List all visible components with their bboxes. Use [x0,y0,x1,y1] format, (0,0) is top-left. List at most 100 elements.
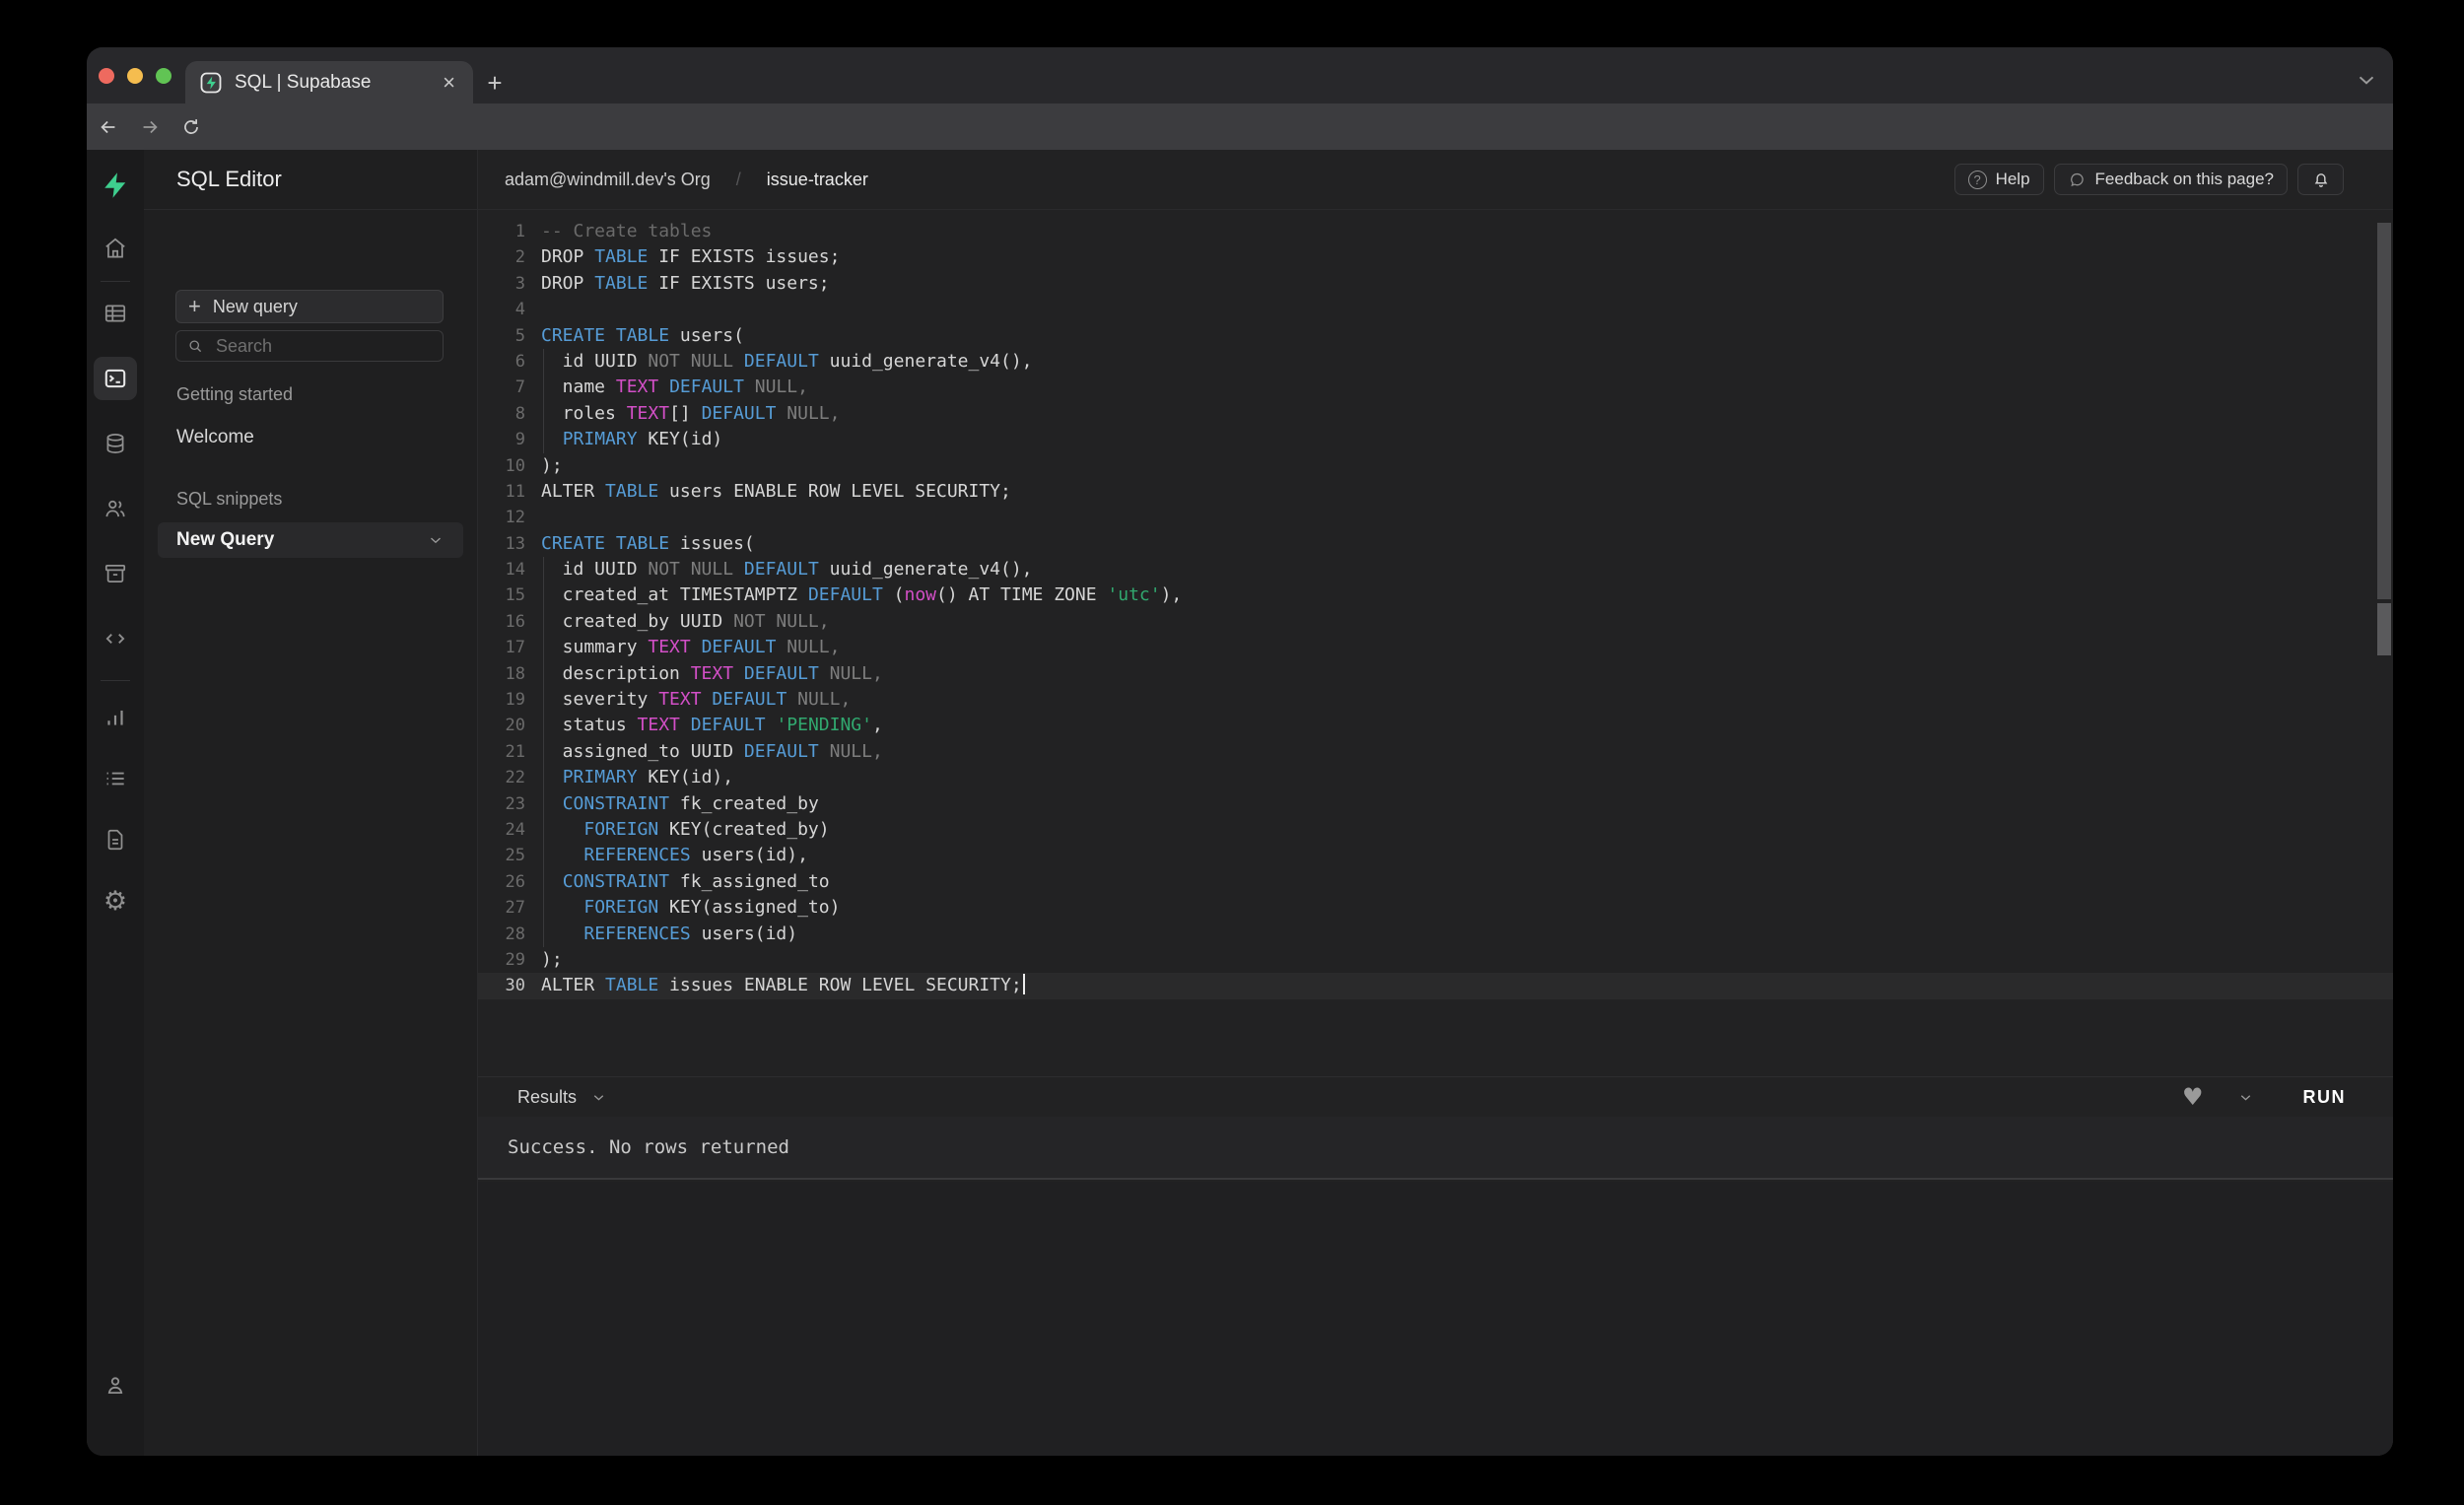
code-line-20[interactable]: 20 status TEXT DEFAULT 'PENDING', [478,713,2393,738]
code-line-25[interactable]: 25 REFERENCES users(id), [478,843,2393,868]
run-button[interactable]: RUN [2303,1087,2347,1108]
line-content: name TEXT DEFAULT NULL, [525,375,808,400]
code-line-21[interactable]: 21 assigned_to UUID DEFAULT NULL, [478,739,2393,765]
rail-item-api-icon[interactable] [98,621,133,656]
supabase-app: ⚙ SQL Editor + New query Getting started… [87,150,2393,1456]
code-line-17[interactable]: 17 summary TEXT DEFAULT NULL, [478,635,2393,660]
chevron-down-icon[interactable] [2237,1089,2254,1106]
code-line-14[interactable]: 14 id UUID NOT NULL DEFAULT uuid_generat… [478,557,2393,582]
snippet-label: New Query [176,529,274,551]
supabase-logo[interactable] [98,168,133,203]
notifications-button[interactable] [2297,164,2344,195]
code-line-18[interactable]: 18 description TEXT DEFAULT NULL, [478,661,2393,687]
code-line-11[interactable]: 11ALTER TABLE users ENABLE ROW LEVEL SEC… [478,479,2393,505]
breadcrumb: adam@windmill.dev's Org / issue-tracker [505,150,868,209]
code-line-23[interactable]: 23 CONSTRAINT fk_created_by [478,791,2393,817]
line-content: CONSTRAINT fk_created_by [525,791,819,817]
maximize-window-button[interactable] [156,68,171,84]
line-content: ); [525,453,563,479]
favorite-heart-icon[interactable]: ♥ [2182,1085,2204,1109]
rail-item-sql-editor-icon[interactable] [94,357,137,400]
rail-item-database-icon[interactable] [98,426,133,461]
code-line-4[interactable]: 4 [478,297,2393,322]
help-label: Help [1996,170,2030,189]
reload-button[interactable] [175,111,207,143]
breadcrumb-org[interactable]: adam@windmill.dev's Org [505,170,711,190]
rail-item-storage-icon[interactable] [98,556,133,591]
code-line-3[interactable]: 3DROP TABLE IF EXISTS users; [478,271,2393,297]
code-line-16[interactable]: 16 created_by UUID NOT NULL, [478,609,2393,635]
code-line-26[interactable]: 26 CONSTRAINT fk_assigned_to [478,869,2393,895]
code-line-15[interactable]: 15 created_at TIMESTAMPTZ DEFAULT (now()… [478,582,2393,608]
minimize-window-button[interactable] [127,68,143,84]
line-content: PRIMARY KEY(id) [525,427,722,452]
code-editor[interactable]: 1-- Create tables2DROP TABLE IF EXISTS i… [478,209,2393,1076]
code-line-28[interactable]: 28 REFERENCES users(id) [478,922,2393,947]
line-content: created_by UUID NOT NULL, [525,609,830,635]
breadcrumb-project[interactable]: issue-tracker [767,170,868,190]
line-content: CREATE TABLE issues( [525,531,755,557]
new-query-button[interactable]: + New query [175,290,444,323]
back-button[interactable] [93,111,124,143]
line-number: 25 [478,843,525,868]
tab-title: SQL | Supabase [235,72,439,94]
line-number: 19 [478,687,525,713]
help-button[interactable]: ? Help [1954,164,2044,195]
feedback-button[interactable]: Feedback on this page? [2054,164,2288,195]
sidebar-item-welcome[interactable]: Welcome [176,427,254,448]
code-line-22[interactable]: 22 PRIMARY KEY(id), [478,765,2393,790]
code-line-12[interactable]: 12 [478,505,2393,530]
rail-item-reports-icon[interactable] [98,700,133,735]
code-line-1[interactable]: 1-- Create tables [478,219,2393,244]
rail-item-logs-icon[interactable] [98,761,133,796]
code-line-27[interactable]: 27 FOREIGN KEY(assigned_to) [478,895,2393,921]
rail-item-table-editor-icon[interactable] [98,296,133,331]
code-line-2[interactable]: 2DROP TABLE IF EXISTS issues; [478,244,2393,270]
code-line-24[interactable]: 24 FOREIGN KEY(created_by) [478,817,2393,843]
tab-search-chevron-icon[interactable] [2354,67,2379,93]
code-line-9[interactable]: 9 PRIMARY KEY(id) [478,427,2393,452]
code-line-10[interactable]: 10); [478,453,2393,479]
plus-icon: + [188,296,201,317]
editor-scrollbar[interactable] [2377,223,2391,599]
line-number: 16 [478,609,525,635]
line-number: 17 [478,635,525,660]
rail-item-settings-icon[interactable]: ⚙ [98,883,133,919]
editor-scrollbar-thumb[interactable] [2377,603,2391,655]
chevron-down-icon[interactable] [427,531,445,549]
breadcrumb-separator: / [736,170,741,190]
rail-item-home-icon[interactable] [98,231,133,266]
line-content: FOREIGN KEY(created_by) [525,817,830,843]
search-box[interactable] [175,330,444,362]
line-number: 4 [478,297,525,322]
code-line-29[interactable]: 29); [478,947,2393,973]
line-number: 30 [478,973,525,998]
line-number: 18 [478,661,525,687]
tab-close-icon[interactable]: × [439,72,459,94]
rail-divider [101,680,130,681]
rail-item-account-icon[interactable] [98,1367,133,1402]
close-window-button[interactable] [99,68,114,84]
code-line-13[interactable]: 13CREATE TABLE issues( [478,531,2393,557]
code-line-6[interactable]: 6 id UUID NOT NULL DEFAULT uuid_generate… [478,349,2393,375]
code-line-19[interactable]: 19 severity TEXT DEFAULT NULL, [478,687,2393,713]
rail-item-docs-icon[interactable] [98,822,133,857]
line-content: DROP TABLE IF EXISTS issues; [525,244,840,270]
results-tab[interactable]: Results [517,1087,607,1108]
window-controls [99,68,171,84]
screen-background: SQL | Supabase × + app.supa [0,0,2464,1505]
new-tab-button[interactable]: + [479,67,511,99]
code-line-7[interactable]: 7 name TEXT DEFAULT NULL, [478,375,2393,400]
browser-tab[interactable]: SQL | Supabase × [185,61,473,103]
line-content: created_at TIMESTAMPTZ DEFAULT (now() AT… [525,582,1182,608]
code-line-8[interactable]: 8 roles TEXT[] DEFAULT NULL, [478,401,2393,427]
code-line-5[interactable]: 5CREATE TABLE users( [478,323,2393,349]
search-input[interactable] [214,335,433,358]
forward-button[interactable] [134,111,166,143]
success-message: Success. No rows returned [508,1136,789,1158]
sidebar-item-new-query[interactable]: New Query [158,522,463,558]
rail-item-auth-icon[interactable] [98,491,133,526]
header-actions: ? Help Feedback on this page? [1954,164,2344,195]
code-line-30[interactable]: 30ALTER TABLE issues ENABLE ROW LEVEL SE… [478,973,2393,998]
help-icon: ? [1968,171,1987,189]
